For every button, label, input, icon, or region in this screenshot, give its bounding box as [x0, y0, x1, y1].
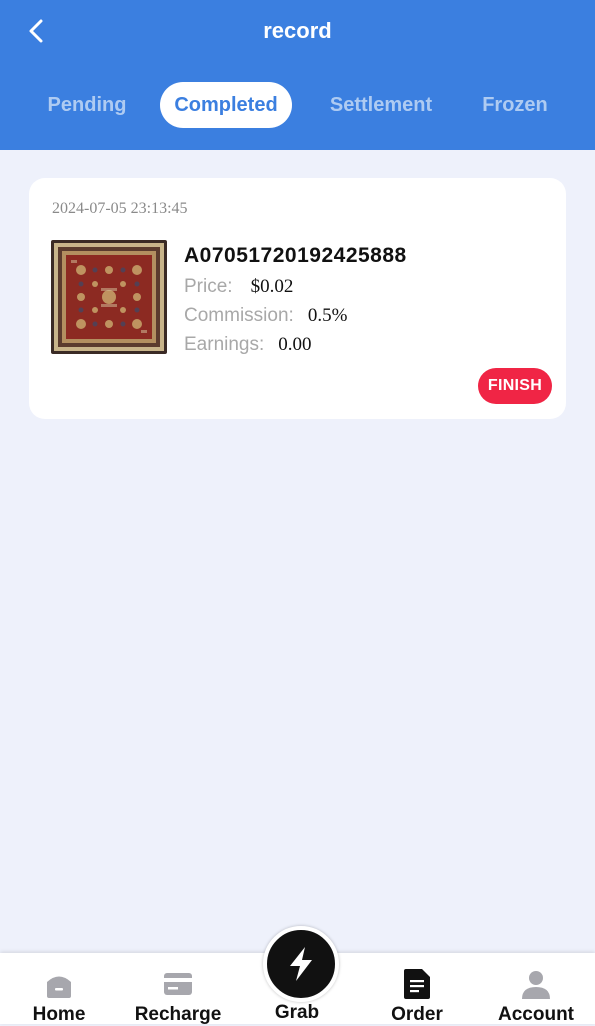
status-tabs: Pending Completed Settlement Frozen — [0, 82, 595, 130]
rug-thumbnail-image — [51, 240, 167, 354]
tab-settlement[interactable]: Settlement — [312, 82, 450, 128]
finish-status-button[interactable]: FINISH — [478, 368, 552, 404]
nav-recharge[interactable]: Recharge — [123, 953, 233, 1025]
nav-recharge-label: Recharge — [134, 1004, 222, 1025]
tab-frozen[interactable]: Frozen — [468, 82, 562, 128]
commission-label: Commission: — [184, 305, 294, 326]
price-label: Price: — [184, 276, 233, 297]
user-icon — [522, 971, 550, 999]
grab-button[interactable] — [263, 926, 339, 1002]
price-row: Price: $0.02 — [184, 276, 293, 298]
document-icon — [404, 969, 430, 999]
home-icon — [47, 976, 71, 998]
earnings-row: Earnings: 0.00 — [184, 334, 312, 356]
order-timestamp: 2024-07-05 23:13:45 — [52, 200, 188, 217]
order-card: 2024-07-05 23:13:45 A07051720192425888 P… — [29, 178, 566, 419]
nav-order[interactable]: Order — [362, 953, 472, 1025]
page-title: record — [263, 18, 332, 43]
product-image — [51, 240, 167, 354]
commission-value: 0.5% — [307, 305, 348, 326]
nav-account[interactable]: Account — [481, 953, 591, 1025]
tab-completed[interactable]: Completed — [160, 82, 292, 128]
order-id: A07051720192425888 — [184, 244, 407, 267]
lightning-icon — [290, 947, 312, 981]
grab-label: Grab — [274, 1002, 320, 1023]
nav-home-label: Home — [32, 1004, 86, 1025]
nav-home[interactable]: Home — [4, 953, 114, 1025]
nav-order-label: Order — [391, 1004, 443, 1025]
card-icon — [164, 973, 192, 995]
tab-pending[interactable]: Pending — [32, 82, 142, 128]
commission-row: Commission: 0.5% — [184, 305, 347, 327]
nav-account-label: Account — [498, 1004, 574, 1025]
price-value: $0.02 — [250, 276, 294, 297]
earnings-label: Earnings: — [184, 334, 265, 355]
header-bar: record Pending Completed Settlement Froz… — [0, 0, 595, 150]
earnings-value: 0.00 — [278, 334, 312, 355]
